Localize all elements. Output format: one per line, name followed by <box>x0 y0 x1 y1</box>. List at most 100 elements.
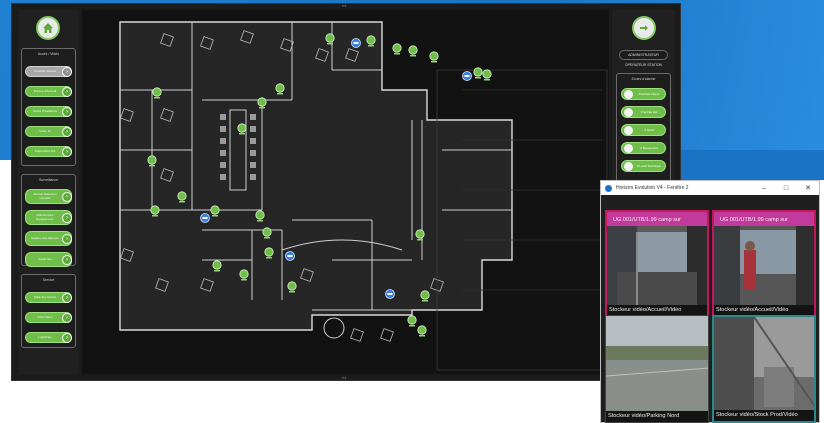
access-device[interactable] <box>420 290 430 300</box>
device-status-bar[interactable] <box>152 215 158 217</box>
device-status-bar[interactable] <box>419 335 425 337</box>
camera-tile[interactable]: UG 001/UTB/1.99 camp sur Stockeur vidéo/… <box>605 210 709 318</box>
camera-device-lens[interactable] <box>464 75 470 77</box>
device-status-bar[interactable] <box>484 79 490 81</box>
camera-device-lens[interactable] <box>353 42 359 44</box>
access-device[interactable] <box>262 227 272 237</box>
access-device[interactable] <box>152 87 162 97</box>
access-device[interactable] <box>257 97 267 107</box>
device-status-bar[interactable] <box>239 133 245 135</box>
nav-button[interactable]: Contrôle d'accès › <box>25 66 72 77</box>
app-logo-icon <box>605 184 612 192</box>
nav-button[interactable]: Gestion des Alarmes › <box>25 231 72 246</box>
close-button[interactable]: ✕ <box>797 184 819 192</box>
zone-button[interactable]: Z Bureau Est <box>621 142 666 154</box>
access-device[interactable] <box>482 69 492 79</box>
chevron-right-icon: › <box>62 212 72 223</box>
device-status-bar[interactable] <box>409 325 415 327</box>
device-status-bar[interactable] <box>149 165 155 167</box>
nav-button[interactable]: Bornes d'Accueil › <box>25 86 72 97</box>
access-device[interactable] <box>212 260 222 270</box>
access-device[interactable] <box>407 315 417 325</box>
resize-grip-top[interactable]: ▪▪▪ <box>342 3 346 8</box>
admin-button[interactable]: ADMINISTRATEUR <box>619 50 668 60</box>
access-device[interactable] <box>325 33 335 43</box>
camera-device-lens[interactable] <box>387 293 393 295</box>
device-status-bar[interactable] <box>277 93 283 95</box>
nav-button[interactable]: Accès Prestations › <box>25 106 72 117</box>
nav-button[interactable]: Logistique › <box>25 332 72 343</box>
access-device[interactable] <box>429 51 439 61</box>
chevron-right-icon: › <box>62 332 72 343</box>
nav-button[interactable]: Guide lieu › <box>25 252 72 267</box>
zone-group: Zones d'alarme Z Entrée Ouest Z Entrée Es… <box>616 73 671 190</box>
chair <box>250 126 256 132</box>
device-status-bar[interactable] <box>417 239 423 241</box>
nav-group: Surveillance Alarme Détection incendie › Ma… <box>21 174 76 267</box>
device-status-bar[interactable] <box>179 201 185 203</box>
device-status-bar[interactable] <box>257 220 263 222</box>
device-status-bar[interactable] <box>475 77 481 79</box>
access-device[interactable] <box>237 123 247 133</box>
chevron-right-icon: › <box>62 292 72 303</box>
nav-button[interactable]: Préparation NS › <box>25 146 72 157</box>
camera-tile[interactable]: Stockeur vidéo/Stock Prod/Vidéo <box>712 315 816 423</box>
access-device[interactable] <box>366 35 376 45</box>
device-status-bar[interactable] <box>266 257 272 259</box>
access-device[interactable] <box>287 281 297 291</box>
access-device[interactable] <box>239 269 249 279</box>
device-status-bar[interactable] <box>212 215 218 217</box>
access-device[interactable] <box>177 191 187 201</box>
access-device[interactable] <box>255 210 265 220</box>
access-device[interactable] <box>473 67 483 77</box>
nav-button[interactable]: Information › <box>25 312 72 323</box>
access-device[interactable] <box>392 43 402 53</box>
access-device[interactable] <box>150 205 160 215</box>
access-device[interactable] <box>147 155 157 165</box>
nav-button-label: Salle des Ventes <box>33 294 57 299</box>
nav-button[interactable]: Vidéo ID › <box>25 126 72 137</box>
minimize-button[interactable]: – <box>753 185 775 192</box>
nav-button[interactable]: Alarme Détection incendie › <box>25 189 72 204</box>
device-status-bar[interactable] <box>410 55 416 57</box>
home-button[interactable] <box>36 16 60 40</box>
device-status-bar[interactable] <box>394 53 400 55</box>
access-device[interactable] <box>210 205 220 215</box>
nav-button[interactable]: Salle des Ventes › <box>25 292 72 303</box>
device-status-bar[interactable] <box>327 43 333 45</box>
camera-device-lens[interactable] <box>202 217 208 219</box>
access-device[interactable] <box>408 45 418 55</box>
zone-button[interactable]: Z Entrée Est <box>621 106 666 118</box>
access-device[interactable] <box>275 83 285 93</box>
device-status-bar[interactable] <box>368 45 374 47</box>
device-status-bar[interactable] <box>259 107 265 109</box>
access-device[interactable] <box>264 247 274 257</box>
zone-button[interactable]: Z Entrée Ouest <box>621 88 666 100</box>
camera-device-lens[interactable] <box>287 255 293 257</box>
device-status-bar[interactable] <box>264 237 270 239</box>
access-device[interactable] <box>417 325 427 335</box>
chair <box>220 174 226 180</box>
camera-osd: UG 001/UTB/1.99 camp sur <box>720 217 788 223</box>
camera-tile[interactable]: Stockeur vidéo/Parking Nord <box>605 315 709 423</box>
access-device[interactable] <box>415 229 425 239</box>
zone-button[interactable]: Z Local Technique <box>621 160 666 172</box>
device-status-bar[interactable] <box>214 270 220 272</box>
device-status-bar[interactable] <box>422 300 428 302</box>
camera-tile[interactable]: UG 001/UTB/1.99 camp sur Stockeur vidéo/… <box>712 210 816 318</box>
device-status-bar[interactable] <box>431 61 437 63</box>
zone-button-label: Z Nord <box>644 128 654 132</box>
nav-button[interactable]: Maintenance Équipements › <box>25 210 72 225</box>
logout-button[interactable] <box>632 16 656 40</box>
nav-button-label: Guide lieu <box>38 256 52 261</box>
zone-button[interactable]: Z Nord <box>621 124 666 136</box>
floor-plan-map[interactable] <box>82 10 609 374</box>
camera-window: Horizon Evolution V4 - Fenêtre 2 – □ ✕ U… <box>600 180 820 423</box>
device-status-bar[interactable] <box>154 97 160 99</box>
device-status-bar[interactable] <box>241 279 247 281</box>
lock-icon <box>624 125 633 135</box>
device-status-bar[interactable] <box>289 291 295 293</box>
nav-group-title: Service <box>42 278 55 282</box>
resize-grip-bottom[interactable]: ▪▪▪ <box>342 375 346 380</box>
maximize-button[interactable]: □ <box>775 185 797 192</box>
